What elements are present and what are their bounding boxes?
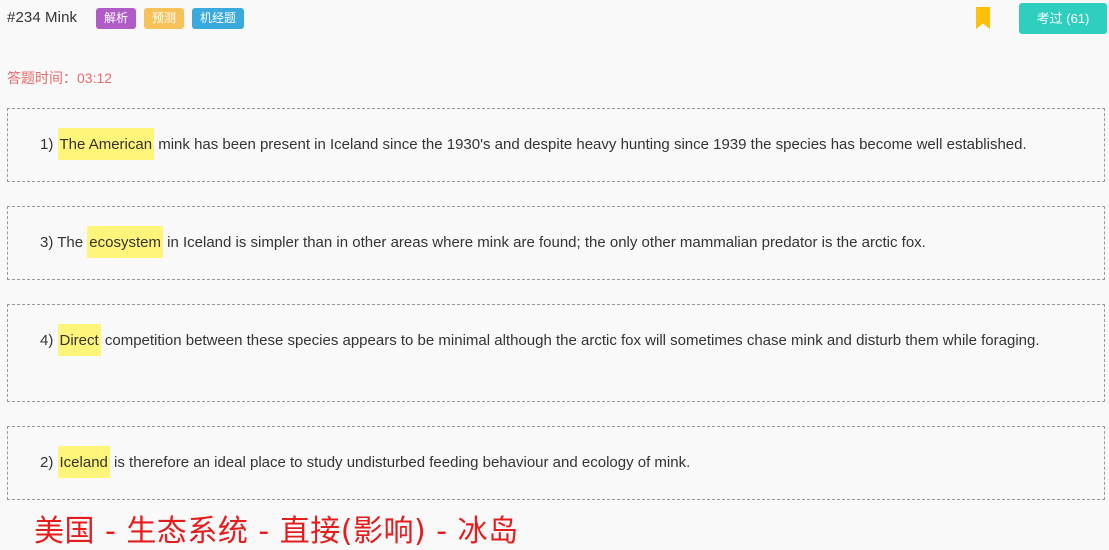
tag-analysis[interactable]: 解析 bbox=[96, 8, 136, 29]
tag-prediction[interactable]: 预测 bbox=[144, 8, 184, 29]
sentence-text: 4) Direct competition between these spec… bbox=[40, 324, 1076, 356]
sentence-post: competition between these species appear… bbox=[100, 332, 1040, 349]
sentence-number: 2) bbox=[40, 454, 54, 471]
sentence-highlight: Direct bbox=[57, 324, 101, 356]
sentence-text: 1) The American mink has been present in… bbox=[40, 128, 1076, 160]
timer-value: 03:12 bbox=[77, 70, 113, 86]
sentence-text: 3) The ecosystem in Iceland is simpler t… bbox=[40, 226, 1076, 258]
bookmark-icon[interactable] bbox=[976, 7, 990, 29]
sentence-pre: The bbox=[57, 234, 88, 251]
answer-timer: 答题时间：03:12 bbox=[7, 68, 112, 88]
sentence-card[interactable]: 3) The ecosystem in Iceland is simpler t… bbox=[7, 206, 1105, 280]
sentence-post: mink has been present in Iceland since t… bbox=[154, 136, 1027, 153]
sentence-number: 1) bbox=[40, 136, 54, 153]
sentence-card[interactable]: 2) Iceland is therefore an ideal place t… bbox=[7, 426, 1105, 500]
handwritten-annotation: 美国 - 生态系统 - 直接(影响) - 冰岛 bbox=[34, 514, 519, 549]
sentence-post: in Iceland is simpler than in other area… bbox=[162, 234, 926, 251]
sentence-post: is therefore an ideal place to study und… bbox=[109, 454, 691, 471]
sentence-highlight: The American bbox=[57, 128, 155, 160]
question-title: #234 Mink bbox=[7, 9, 78, 26]
timer-label: 答题时间： bbox=[7, 70, 77, 86]
header-bar: #234 Mink 解析 预测 机经题 考过 (61) bbox=[0, 0, 1109, 38]
sentence-highlight: Iceland bbox=[57, 446, 110, 478]
sentence-highlight: ecosystem bbox=[87, 226, 163, 258]
tag-exam-question[interactable]: 机经题 bbox=[192, 8, 244, 29]
sentence-number: 3) bbox=[40, 234, 54, 251]
sentence-number: 4) bbox=[40, 332, 54, 349]
sentence-card[interactable]: 1) The American mink has been present in… bbox=[7, 108, 1105, 182]
exam-count-button[interactable]: 考过 (61) bbox=[1019, 3, 1107, 34]
sentence-text: 2) Iceland is therefore an ideal place t… bbox=[40, 446, 1076, 478]
sentence-card[interactable]: 4) Direct competition between these spec… bbox=[7, 304, 1105, 402]
